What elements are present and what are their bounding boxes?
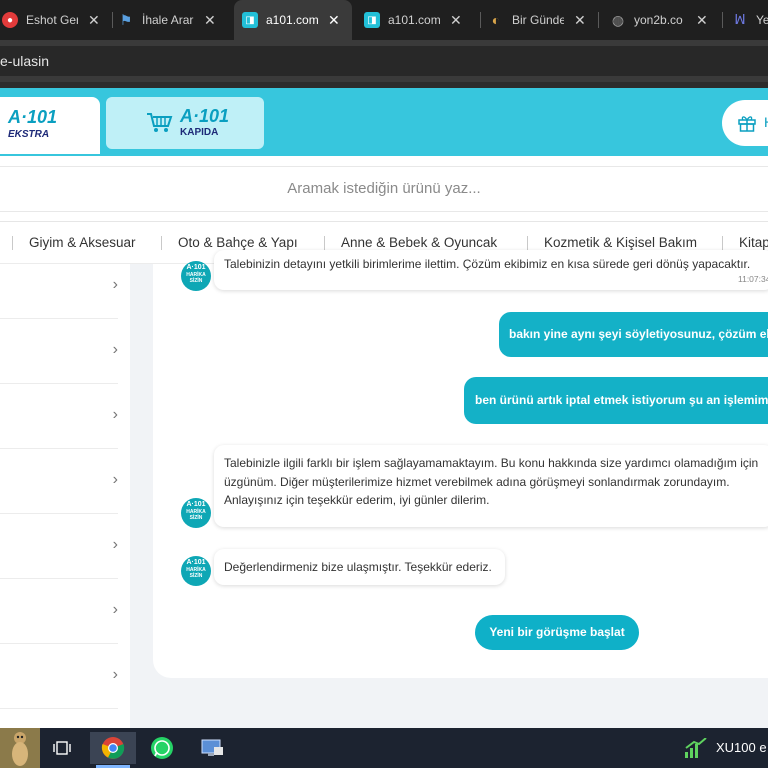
close-tab-icon[interactable]: ✕ (328, 12, 340, 29)
chevron-right-icon: › (112, 536, 118, 553)
close-tab-icon[interactable]: ✕ (696, 12, 708, 29)
sidebar-menu: › › › › › › › (0, 264, 130, 728)
birgunde-icon: ◐ (491, 12, 501, 28)
chevron-right-icon: › (112, 601, 118, 618)
chevron-right-icon: › (112, 406, 118, 423)
search-row: Aramak istediğin ürünü yaz... (0, 156, 768, 222)
browser-tab[interactable]: ◍ yon2b.co ✕ (610, 0, 716, 40)
stock-ticker[interactable]: XU100 e (716, 740, 767, 755)
ihale-icon: ⚑ (119, 11, 133, 28)
tab-title: İhale Arar (142, 13, 194, 27)
tab-separator (480, 12, 481, 28)
logo-subtext: KAPIDA (180, 127, 219, 138)
sidebar-item[interactable]: › (0, 319, 118, 384)
tab-separator (598, 12, 599, 28)
eshot-icon: ● (2, 12, 18, 28)
browser-tab[interactable]: ◐ Bir Günde ✕ (488, 0, 594, 40)
bot-message: Talebinizle ilgili farklı bir işlem sağl… (214, 445, 768, 527)
bot-message: Talebinizin detayını yetkili birimlerime… (214, 250, 768, 290)
sidebar-item[interactable]: › (0, 644, 118, 709)
address-bar-row: e-ulasin (0, 40, 768, 82)
sidebar-item[interactable]: › (0, 514, 118, 579)
a101-icon: ◨ (242, 12, 258, 28)
browser-tab-active[interactable]: ◨ a101.com ✕ (234, 0, 352, 40)
a101-ekstra-logo[interactable]: A·101 EKSTRA (0, 97, 100, 154)
meerkat-image (12, 732, 28, 766)
sidebar-item[interactable]: › (0, 579, 118, 644)
gift-button[interactable]: H (722, 100, 768, 146)
network-app-icon[interactable] (196, 732, 228, 764)
a101-icon: ◨ (364, 12, 380, 28)
bot-avatar: A·101 HARİKA SİZİN (181, 556, 211, 586)
tab-title: Bir Günde (512, 13, 564, 27)
gift-icon (738, 116, 756, 132)
logo-subtext: EKSTRA (8, 129, 50, 140)
search-input[interactable]: Aramak istediğin ürünü yaz... (0, 166, 768, 212)
user-message: ben ürünü artık iptal etmek istiyorum şu… (464, 377, 768, 424)
tab-title: Eshot Ger (26, 13, 78, 27)
tab-title: yon2b.co (634, 13, 683, 27)
message-text: Talebinizle ilgili farklı bir işlem sağl… (224, 456, 759, 507)
bot-avatar: A·101 HARİKA SİZİN (181, 498, 211, 528)
category-separator (722, 236, 723, 250)
browser-tab[interactable]: ⚑ İhale Arar ✕ (118, 0, 226, 40)
tab-title: a101.com (388, 13, 440, 27)
logo-text: A·101 (180, 106, 230, 126)
browser-tab[interactable]: ◨ a101.com ✕ (364, 0, 476, 40)
category-separator (161, 236, 162, 250)
browser-tab-strip: ● Eshot Ger ✕ ⚑ İhale Arar ✕ ◨ a101.com … (0, 0, 768, 40)
tab-title: a101.com (266, 13, 318, 27)
sidebar-item[interactable]: › (0, 254, 118, 319)
close-tab-icon[interactable]: ✕ (204, 12, 216, 29)
close-tab-icon[interactable]: ✕ (574, 12, 586, 29)
close-tab-icon[interactable]: ✕ (88, 12, 100, 29)
close-tab-icon[interactable]: ✕ (450, 12, 462, 29)
a101-kapida-logo[interactable]: A·101 KAPIDA (106, 97, 264, 149)
message-text: Değerlendirmeniz bize ulaşmıştır. Teşekk… (224, 560, 492, 574)
gift-label: H (764, 114, 768, 130)
windows-taskbar: XU100 e (0, 728, 768, 768)
globe-icon: ◍ (611, 11, 625, 28)
cart-icon (147, 113, 173, 132)
tab-title: Ye (756, 13, 768, 27)
chevron-right-icon: › (112, 276, 118, 293)
browser-tab[interactable]: ꟽ Ye (732, 0, 768, 40)
site-header: A·101 EKSTRA A·101 KAPIDA H (0, 88, 768, 156)
new-chat-button[interactable]: Yeni bir görüşme başlat (475, 615, 639, 650)
category-separator (12, 236, 13, 250)
meerkat-wallpaper (0, 728, 40, 768)
tab-separator (722, 12, 723, 28)
chevron-right-icon: › (112, 666, 118, 683)
user-message: bakın yine aynı şeyi söyletiyosunuz, çöz… (499, 312, 768, 357)
tab-separator (112, 12, 113, 28)
message-timestamp: 11:07:34 (738, 274, 768, 284)
task-view-icon[interactable] (46, 732, 78, 764)
chevron-right-icon: › (112, 341, 118, 358)
bot-message: Değerlendirmeniz bize ulaşmıştır. Teşekk… (214, 549, 505, 585)
sidebar-item[interactable]: › (0, 449, 118, 514)
bot-avatar: A·101 HARİKA SİZİN (181, 261, 211, 291)
category-separator (527, 236, 528, 250)
message-text: Talebinizin detayını yetkili birimlerime… (224, 257, 751, 271)
stock-chart-icon (685, 738, 707, 758)
browser-tab[interactable]: ● Eshot Ger ✕ (0, 0, 108, 40)
whatsapp-icon[interactable] (146, 732, 178, 764)
sidebar-item[interactable]: › (0, 384, 118, 449)
chrome-icon[interactable] (90, 732, 136, 768)
logo-text: A·101 (8, 107, 58, 127)
chevron-right-icon: › (112, 471, 118, 488)
ye-icon: ꟽ (734, 12, 746, 27)
address-field[interactable]: e-ulasin (0, 46, 768, 76)
category-separator (324, 236, 325, 250)
